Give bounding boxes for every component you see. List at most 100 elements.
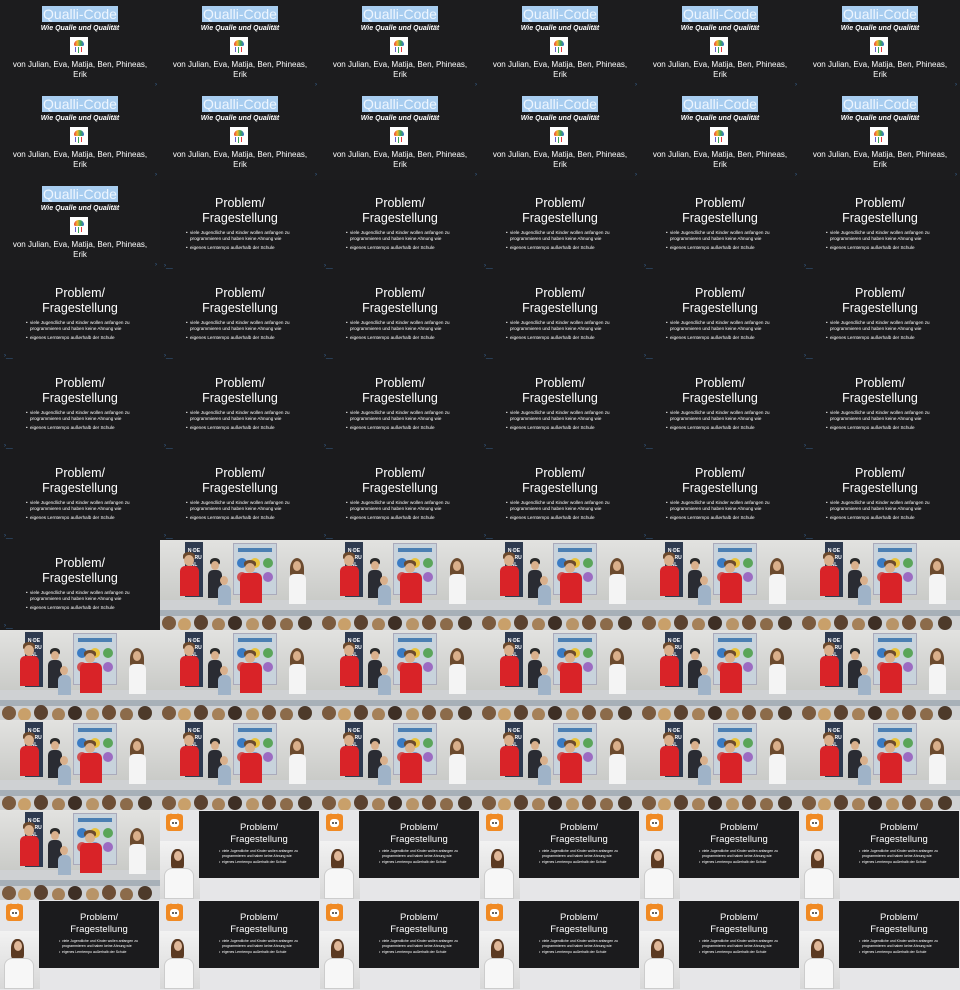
slide-subtitle: Wie Qualle und Qualität (680, 25, 760, 32)
problem-slide-frame: Problem/ Fragestellung viele Jugendliche… (800, 360, 960, 450)
slide-title: Problem/ Fragestellung (230, 912, 288, 935)
bullet-item: viele Jugendliche und Kinder wollen anfa… (699, 849, 797, 858)
problem-slide-frame: Problem/ Fragestellung viele Jugendliche… (160, 360, 320, 450)
stage-photo-frame: N·DE FO RU AL (640, 720, 800, 810)
stage-photo-frame: N·DE FO RU AL (160, 720, 320, 810)
bullet-item: viele Jugendliche und Kinder wollen anfa… (666, 500, 798, 512)
slide-title: Problem/ Fragestellung (710, 822, 768, 845)
bullet-list: viele Jugendliche und Kinder wollen anfa… (666, 410, 798, 431)
bullet-list: viele Jugendliche und Kinder wollen anfa… (379, 849, 477, 865)
bullet-item: viele Jugendliche und Kinder wollen anfa… (666, 320, 798, 332)
jellyfish-logo-icon (870, 37, 888, 55)
bullet-item: eigenes Lerntempo außerhalb der Schule (506, 335, 638, 341)
slide-title: Problem/ Fragestellung (682, 466, 758, 495)
bullet-item: viele Jugendliche und Kinder wollen anfa… (186, 320, 318, 332)
slide-authors: von Julian, Eva, Matija, Ben, Phineas, E… (812, 60, 948, 79)
bullet-list: viele Jugendliche und Kinder wollen anfa… (186, 320, 318, 341)
stage-photo-frame: N·DE FO RU AL (0, 720, 160, 810)
bullet-item: viele Jugendliche und Kinder wollen anfa… (186, 500, 318, 512)
slide-nav-icon: ›__ (164, 443, 173, 449)
bullet-list: viele Jugendliche und Kinder wollen anfa… (826, 500, 958, 521)
bullet-list: viele Jugendliche und Kinder wollen anfa… (186, 230, 318, 251)
video-call-frame: Problem/ Fragestellung viele Jugendliche… (480, 900, 640, 990)
webcam-view (640, 841, 680, 899)
slide-title: Qualli-Code (682, 96, 758, 112)
slide-title: Problem/ Fragestellung (522, 376, 598, 405)
jellyfish-logo-icon (230, 127, 248, 145)
chevron-right-icon: › (155, 262, 157, 268)
slide-title: Problem/ Fragestellung (202, 466, 278, 495)
title-slide-frame: Qualli-Code Wie Qualle und Qualität von … (160, 0, 320, 90)
slide-nav-icon: ›__ (324, 443, 333, 449)
bullet-list: viele Jugendliche und Kinder wollen anfa… (826, 320, 958, 341)
video-call-frame: Problem/ Fragestellung viele Jugendliche… (640, 810, 800, 900)
slide-authors: von Julian, Eva, Matija, Ben, Phineas, E… (172, 60, 308, 79)
video-call-frame: Problem/ Fragestellung viele Jugendliche… (160, 900, 320, 990)
slide-title: Problem/ Fragestellung (522, 196, 598, 225)
bullet-item: eigenes Lerntempo außerhalb der Schule (539, 860, 637, 865)
shared-slide: Problem/ Fragestellung viele Jugendliche… (519, 811, 639, 878)
stage-photo-frame: N·DE FO RU AL (320, 720, 480, 810)
bullet-item: eigenes Lerntempo außerhalb der Schule (666, 515, 798, 521)
jellyfish-logo-icon (390, 127, 408, 145)
bullet-item: eigenes Lerntempo außerhalb der Schule (346, 515, 478, 521)
bullet-list: viele Jugendliche und Kinder wollen anfa… (26, 590, 158, 611)
slide-title: Problem/ Fragestellung (710, 912, 768, 935)
slide-title: Problem/ Fragestellung (870, 822, 928, 845)
problem-slide-frame: Problem/ Fragestellung viele Jugendliche… (0, 270, 160, 360)
stage-photo-frame: N·DE FO RU AL (160, 540, 320, 630)
bullet-item: eigenes Lerntempo außerhalb der Schule (699, 950, 797, 955)
video-call-frame: Problem/ Fragestellung viele Jugendliche… (320, 810, 480, 900)
problem-slide-frame: Problem/ Fragestellung viele Jugendliche… (0, 450, 160, 540)
bullet-item: eigenes Lerntempo außerhalb der Schule (506, 245, 638, 251)
bullet-item: eigenes Lerntempo außerhalb der Schule (826, 515, 958, 521)
slide-nav-icon: ›__ (484, 353, 493, 359)
cat-logo-icon (166, 903, 183, 921)
slide-nav-icon: ›__ (324, 263, 333, 269)
slide-title: Qualli-Code (42, 6, 118, 22)
bullet-item: eigenes Lerntempo außerhalb der Schule (186, 425, 318, 431)
slide-authors: von Julian, Eva, Matija, Ben, Phineas, E… (652, 60, 788, 79)
bullet-item: viele Jugendliche und Kinder wollen anfa… (26, 320, 158, 332)
shared-slide: Problem/ Fragestellung viele Jugendliche… (679, 811, 799, 878)
bullet-item: viele Jugendliche und Kinder wollen anfa… (186, 230, 318, 242)
slide-title: Qualli-Code (42, 96, 118, 112)
slide-nav-icon: ›__ (4, 533, 13, 539)
stage-photo-frame: N·DE FO RU AL (0, 630, 160, 720)
chevron-right-icon: › (155, 172, 157, 178)
bullet-list: viele Jugendliche und Kinder wollen anfa… (506, 410, 638, 431)
stage-photo-frame: N·DE FO RU AL (320, 540, 480, 630)
cat-logo-icon (806, 813, 823, 831)
slide-title: Problem/ Fragestellung (362, 286, 438, 315)
problem-slide-frame: Problem/ Fragestellung viele Jugendliche… (320, 270, 480, 360)
slide-nav-icon: ›__ (804, 263, 813, 269)
slide-title: Problem/ Fragestellung (522, 286, 598, 315)
bullet-item: viele Jugendliche und Kinder wollen anfa… (539, 849, 637, 858)
slide-title: Qualli-Code (362, 6, 438, 22)
bullet-list: viele Jugendliche und Kinder wollen anfa… (186, 500, 318, 521)
slide-title: Qualli-Code (842, 6, 918, 22)
slide-authors: von Julian, Eva, Matija, Ben, Phineas, E… (12, 240, 148, 259)
bullet-list: viele Jugendliche und Kinder wollen anfa… (219, 939, 317, 955)
slide-authors: von Julian, Eva, Matija, Ben, Phineas, E… (12, 150, 148, 169)
jellyfish-logo-icon (70, 217, 88, 235)
audience (160, 702, 320, 720)
bullet-item: eigenes Lerntempo außerhalb der Schule (346, 245, 478, 251)
bullet-item: eigenes Lerntempo außerhalb der Schule (59, 950, 157, 955)
audience (320, 612, 480, 630)
stage-photo-frame: N·DE FO RU AL (0, 810, 160, 900)
bullet-item: eigenes Lerntempo außerhalb der Schule (699, 860, 797, 865)
bullet-item: eigenes Lerntempo außerhalb der Schule (346, 425, 478, 431)
shared-slide: Problem/ Fragestellung viele Jugendliche… (839, 811, 959, 878)
slide-subtitle: Wie Qualle und Qualität (200, 115, 280, 122)
slide-subtitle: Wie Qualle und Qualität (360, 115, 440, 122)
chevron-right-icon: › (475, 172, 477, 178)
cat-logo-icon (646, 813, 663, 831)
cat-logo-icon (166, 813, 183, 831)
bullet-list: viele Jugendliche und Kinder wollen anfa… (346, 230, 478, 251)
slide-subtitle: Wie Qualle und Qualität (200, 25, 280, 32)
jellyfish-logo-icon (710, 127, 728, 145)
bullet-item: eigenes Lerntempo außerhalb der Schule (186, 515, 318, 521)
bullet-item: viele Jugendliche und Kinder wollen anfa… (539, 939, 637, 948)
bullet-list: viele Jugendliche und Kinder wollen anfa… (699, 849, 797, 865)
